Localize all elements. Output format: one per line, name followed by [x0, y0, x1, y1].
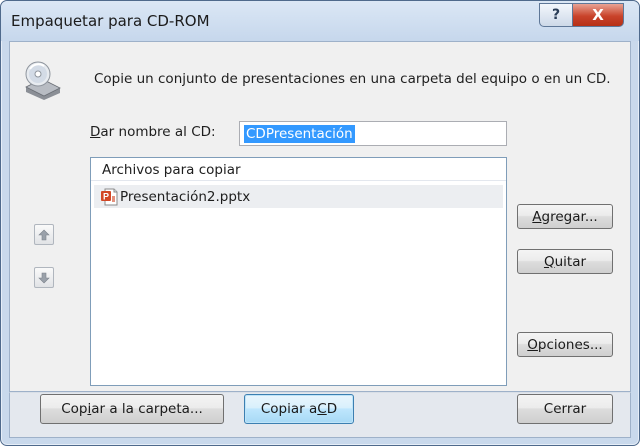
help-button[interactable]: ? [539, 3, 573, 27]
list-header: Archivos para copiar [91, 158, 506, 181]
dialog-body: Copie un conjunto de presentaciones en u… [9, 41, 631, 392]
cd-name-input[interactable]: CDPresentación [239, 121, 507, 146]
help-icon: ? [551, 7, 561, 23]
cd-name-label: Dar nombre al CD: [90, 124, 216, 140]
window-title: Empaquetar para CD-ROM [11, 12, 210, 30]
instructions-text: Copie un conjunto de presentaciones en u… [94, 71, 611, 87]
close-button[interactable]: Cerrar [517, 394, 613, 424]
options-button[interactable]: Opciones... [517, 332, 613, 357]
copy-to-cd-button[interactable]: Copiar a CD [244, 394, 354, 424]
arrow-up-icon [38, 229, 50, 240]
cd-name-value: CDPresentación [244, 124, 355, 143]
title-bar[interactable]: Empaquetar para CD-ROM ? X [1, 1, 639, 41]
remove-button[interactable]: Quitar [517, 249, 613, 274]
file-name: Presentación2.pptx [120, 188, 251, 205]
move-up-button[interactable] [34, 224, 54, 245]
dialog-window: Empaquetar para CD-ROM ? X Copie un conj… [0, 0, 640, 446]
copy-to-folder-button[interactable]: Cop i ar a la carpeta... [40, 394, 224, 424]
add-button[interactable]: Agregar... [517, 204, 613, 229]
dialog-footer: Cop i ar a la carpeta... Copiar a CD Cerra… [9, 392, 631, 438]
list-item[interactable]: P Presentación2.pptx [94, 185, 503, 208]
files-to-copy-list[interactable]: Archivos para copiar P Presentación2.ppt… [90, 157, 507, 386]
close-window-button[interactable]: X [572, 3, 624, 27]
close-icon: X [592, 6, 604, 24]
svg-text:P: P [103, 191, 109, 201]
powerpoint-file-icon: P [101, 188, 118, 205]
move-down-button[interactable] [34, 267, 54, 288]
cd-drive-icon [25, 61, 61, 100]
arrow-down-icon [38, 272, 50, 283]
